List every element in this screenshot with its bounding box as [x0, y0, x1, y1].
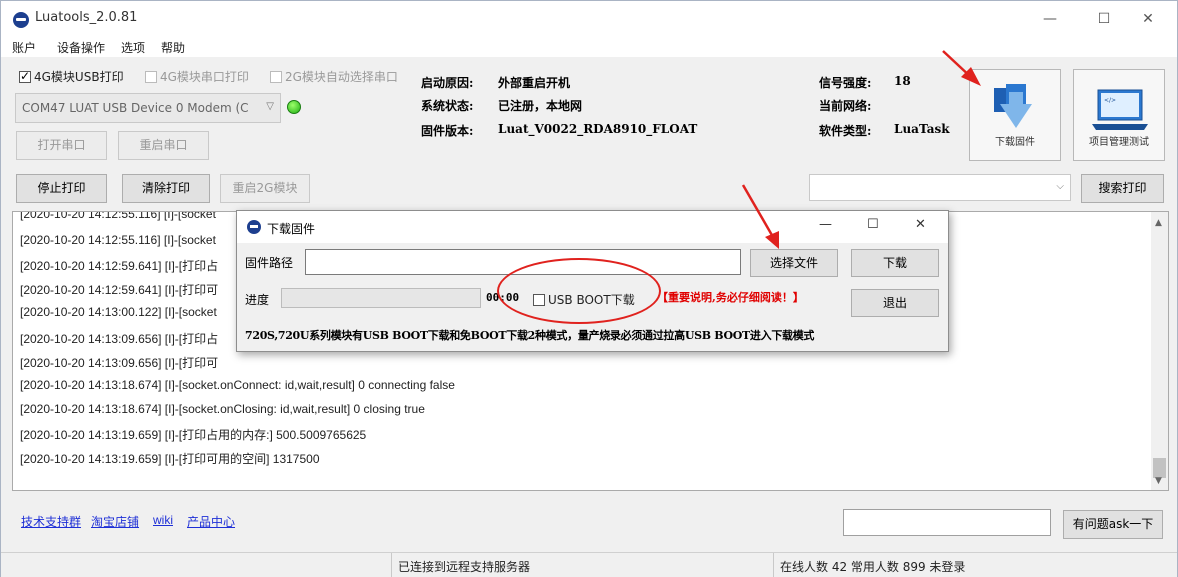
annotation-arrows	[741, 50, 981, 249]
main-window: Luatools_2.0.81 — ☐ ✕ 账户 设备操作 选项 帮助 4G模块…	[0, 0, 1178, 577]
annotation-arrow-to-choose	[741, 184, 779, 249]
annotation-arrow-to-tile	[942, 50, 981, 86]
